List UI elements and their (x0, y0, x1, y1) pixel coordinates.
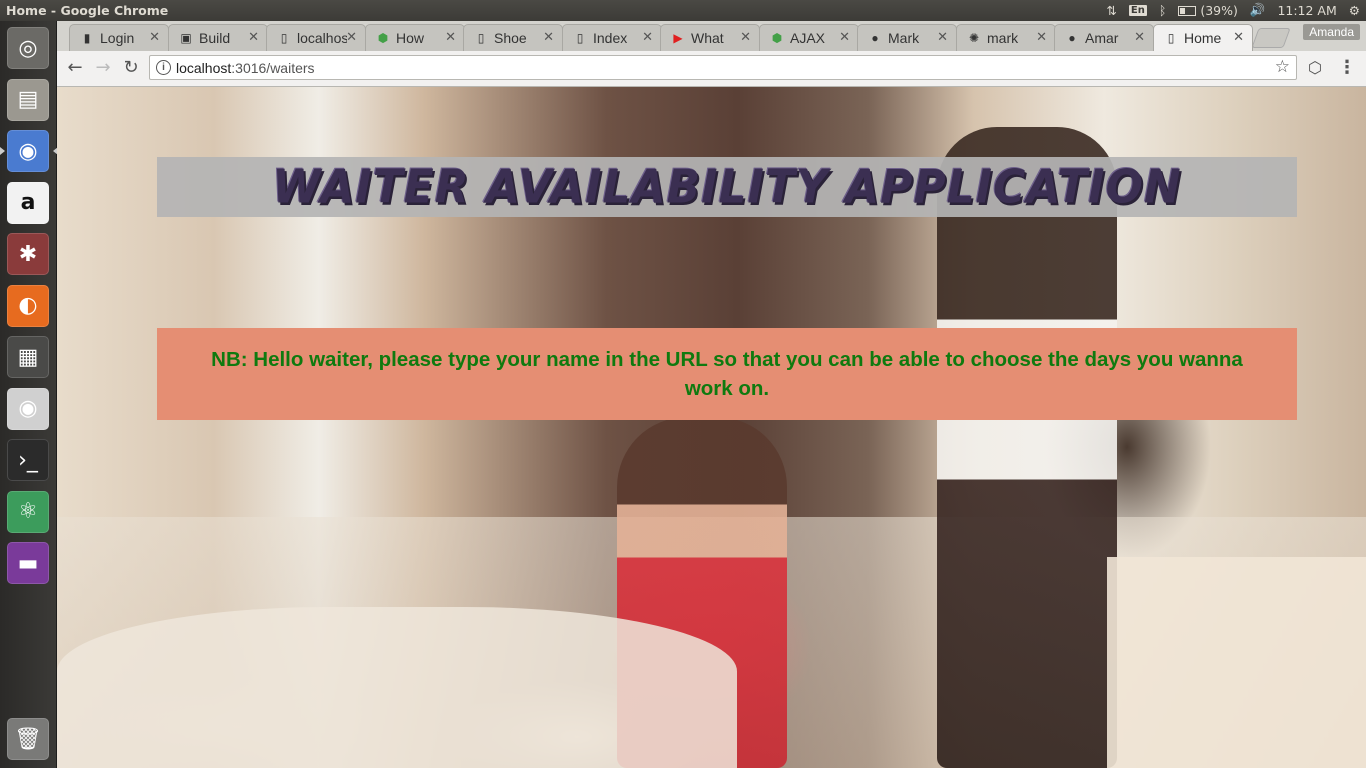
tab-close-icon[interactable]: ✕ (1233, 29, 1244, 45)
tab-mark[interactable]: ● Mark ✕ (857, 24, 957, 51)
tab-close-icon[interactable]: ✕ (445, 29, 456, 45)
atom-icon[interactable]: ⚛ (7, 490, 49, 533)
battery-icon (1178, 6, 1197, 16)
url-host: localhost (176, 60, 232, 76)
address-bar[interactable]: i localhost:3016/waiters ☆ (149, 55, 1297, 80)
heading-banner: WAITER AVAILABILITY APPLICATION (157, 157, 1297, 217)
tab-close-icon[interactable]: ✕ (839, 29, 850, 45)
page-favicon-icon: ▯ (280, 31, 288, 45)
unity-launcher: ◎ ▤ ◉ a ✱ ◐ ▦ ◉ ›_ ⚛ ▬ 🗑 (0, 21, 58, 768)
reload-icon[interactable]: ↻ (119, 56, 143, 80)
dvd-icon[interactable]: ◉ (7, 387, 49, 430)
bookmark-star-icon[interactable]: ☆ (1275, 57, 1290, 77)
tab-close-icon[interactable]: ✕ (1134, 29, 1145, 45)
files-icon[interactable]: ▤ (7, 78, 49, 121)
battery-indicator[interactable]: (39%) (1178, 3, 1238, 18)
volume-icon[interactable]: 🔊 (1250, 2, 1266, 18)
tab-login[interactable]: ▮ Login ✕ (69, 24, 169, 51)
workspace-switcher-icon[interactable]: ▦ (7, 336, 49, 378)
tab-localhost[interactable]: ▯ localhost ✕ (266, 24, 366, 51)
atom-favicon-icon: ✺ (968, 31, 979, 45)
bluetooth-icon[interactable]: ᛒ (1159, 3, 1167, 18)
tab-close-icon[interactable]: ✕ (248, 29, 259, 45)
node-favicon-icon: ⬢ (771, 31, 782, 45)
tab-close-icon[interactable]: ✕ (937, 29, 948, 45)
window-title: Home - Google Chrome (6, 3, 169, 18)
tab-what[interactable]: ▶ What ✕ (660, 24, 760, 51)
ubuntu-dash-icon[interactable]: ◎ (7, 27, 49, 69)
notice-box: NB: Hello waiter, please type your name … (157, 328, 1297, 420)
clock[interactable]: 11:12 AM (1277, 3, 1336, 18)
tab-close-icon[interactable]: ✕ (149, 29, 160, 45)
background-photo-waitress (937, 127, 1117, 768)
tab-home[interactable]: ▯ Home ✕ (1152, 24, 1253, 51)
tab-close-icon[interactable]: ✕ (346, 29, 357, 45)
battery-percent: (39%) (1200, 2, 1238, 18)
session-gear-icon[interactable]: ⚙ (1349, 3, 1360, 18)
amazon-icon[interactable]: a (7, 181, 49, 224)
info-icon[interactable]: i (156, 60, 171, 75)
tab-title: Shoe (494, 30, 527, 46)
login-favicon-icon: ▮ (83, 31, 91, 45)
back-arrow-icon[interactable]: ← (63, 56, 87, 80)
new-tab-button[interactable] (1251, 28, 1291, 48)
tab-index[interactable]: ▯ Index ✕ (561, 24, 662, 51)
profile-button[interactable]: Amanda (1303, 24, 1360, 40)
url-path: :3016/waiters (231, 60, 315, 76)
tab-title: localhost (297, 30, 347, 46)
tab-strip: ▮ Login ✕ ▣ Build ✕ ▯ localhost ✕ ⬢ How ✕ ▯ Shoe ✕ ▯ Ind… (57, 21, 1366, 51)
browser-toolbar: ← → ↻ i localhost:3016/waiters ☆ ⬡ ⋮ (57, 51, 1366, 87)
github-favicon-icon: ● (1068, 31, 1076, 45)
tab-title: Home (1183, 30, 1221, 46)
tab-title: Mark (888, 30, 920, 46)
notice-text: NB: Hello waiter, please type your name … (211, 348, 1243, 400)
page-favicon-icon: ▯ (477, 31, 485, 45)
page-title: WAITER AVAILABILITY APPLICATION (272, 160, 1182, 214)
background-photo-table-right (1107, 557, 1366, 768)
page-favicon-icon: ▯ (576, 31, 583, 45)
tab-close-icon[interactable]: ✕ (740, 29, 751, 45)
tab-close-icon[interactable]: ✕ (642, 29, 653, 45)
tab-title: How (395, 30, 424, 46)
url-text: localhost:3016/waiters (176, 60, 315, 76)
system-indicators: ⇅ En ᛒ (39%) 🔊 11:12 AM ⚙ (1106, 2, 1360, 18)
tab-title: Amar (1085, 30, 1119, 46)
os-top-panel: Home - Google Chrome ⇅ En ᛒ (39%) 🔊 11:1… (0, 0, 1366, 21)
tab-title: Index (592, 30, 627, 46)
terminal-icon[interactable]: ›_ (7, 439, 49, 481)
chrome-icon[interactable]: ◉ (0, 130, 58, 172)
youtube-favicon-icon: ▶ (673, 31, 683, 45)
trash-icon[interactable]: 🗑 (7, 718, 49, 760)
tab-amar[interactable]: ● Amar ✕ (1054, 24, 1154, 51)
tab-title: What (691, 30, 724, 46)
github-favicon-icon: ● (871, 31, 879, 45)
tab-shoe[interactable]: ▯ Shoe ✕ (463, 24, 563, 51)
forward-arrow-icon[interactable]: → (91, 56, 115, 80)
background-photo-table-left (57, 607, 737, 768)
page-viewport: WAITER AVAILABILITY APPLICATION NB: Hell… (57, 87, 1366, 768)
tab-title: Build (198, 30, 230, 46)
build-favicon-icon: ▣ (179, 31, 192, 45)
page-favicon-icon: ▯ (1167, 31, 1174, 45)
system-settings-icon[interactable]: ✱ (7, 233, 49, 275)
node-favicon-icon: ⬢ (377, 31, 388, 45)
firefox-icon[interactable]: ◐ (7, 284, 49, 327)
keyboard-layout-indicator[interactable]: En (1128, 4, 1147, 16)
tab-title: AJAX (789, 30, 825, 46)
tab-close-icon[interactable]: ✕ (1036, 29, 1047, 45)
menu-kebab-icon[interactable]: ⋮ (1335, 56, 1359, 80)
tab-build[interactable]: ▣ Build ✕ (167, 24, 268, 51)
running-indicator (0, 147, 5, 155)
purple-app-icon[interactable]: ▬ (7, 542, 49, 584)
tab-title: Login (100, 30, 135, 46)
tab-mark[interactable]: ✺ mark ✕ (955, 24, 1056, 51)
network-arrows-icon[interactable]: ⇅ (1106, 3, 1116, 18)
tab-ajax[interactable]: ⬢ AJAX ✕ (758, 24, 859, 51)
tab-close-icon[interactable]: ✕ (543, 29, 554, 45)
tab-how[interactable]: ⬢ How ✕ (364, 24, 465, 51)
extension-cube-icon[interactable]: ⬡ (1303, 56, 1327, 80)
tab-title: mark (986, 30, 1018, 46)
